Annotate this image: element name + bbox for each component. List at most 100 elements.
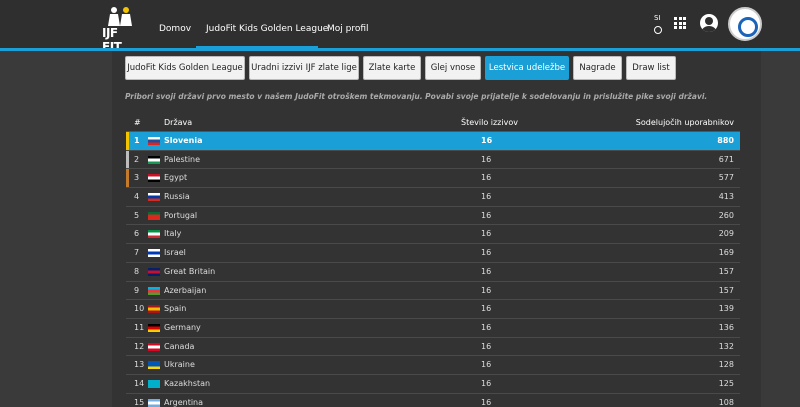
country-name: Great Britain — [164, 266, 216, 276]
rank-number: 8 — [134, 266, 140, 276]
language-selector[interactable]: SI — [654, 14, 661, 22]
rank-number: 10 — [134, 304, 145, 314]
tab-golden-cards[interactable]: Zlate karte — [363, 56, 421, 80]
table-row[interactable]: 4 Russia 16 413 — [126, 188, 740, 207]
table-row[interactable]: 9 Azerbaijan 16 157 — [126, 282, 740, 301]
challenge-count: 16 — [481, 378, 492, 388]
ranking-table: # Država Število izzivov Sodelujočih upo… — [126, 114, 740, 407]
country-name: Slovenia — [164, 136, 203, 145]
country-name: Canada — [164, 341, 195, 351]
globe-icon[interactable] — [654, 26, 662, 34]
country-name: Spain — [164, 304, 187, 314]
challenge-count: 16 — [481, 285, 492, 295]
rank-number: 2 — [134, 154, 140, 164]
country-flag-icon — [148, 342, 160, 351]
user-count: 577 — [718, 173, 734, 183]
user-count: 128 — [718, 360, 734, 370]
table-row[interactable]: 1 Slovenia 16 880 — [126, 132, 740, 151]
apps-grid-icon[interactable] — [674, 17, 686, 29]
challenge-count: 16 — [481, 136, 493, 145]
podium-marker — [126, 150, 129, 169]
rank-number: 6 — [134, 229, 140, 239]
nav-my-profile[interactable]: Moj profil — [327, 24, 369, 34]
country-flag-icon — [148, 174, 160, 183]
ijf-emblem-logo[interactable] — [728, 7, 762, 41]
table-row[interactable]: 11 Germany 16 136 — [126, 319, 740, 338]
challenge-count: 16 — [481, 266, 492, 276]
country-flag-icon — [148, 155, 160, 164]
user-count: 136 — [718, 322, 734, 332]
country-name: Kazakhstan — [164, 378, 211, 388]
judoka-figures-icon — [108, 7, 132, 26]
country-flag-icon — [148, 211, 160, 220]
header-users[interactable]: Sodelujočih uporabnikov — [636, 114, 734, 132]
challenge-count: 16 — [481, 322, 492, 332]
intro-text: Pribori svoji državi prvo mesto v našem … — [125, 92, 708, 101]
top-navbar: IJF FIT Domov JudoFit Kids Golden League… — [0, 0, 800, 54]
challenge-count: 16 — [481, 173, 492, 183]
tab-draw-list[interactable]: Draw list — [626, 56, 676, 80]
challenge-count: 16 — [481, 229, 492, 239]
tab-participation-ranking[interactable]: Lestvica udeležbe — [485, 56, 569, 80]
table-row[interactable]: 12 Canada 16 132 — [126, 338, 740, 357]
rank-number: 9 — [134, 285, 140, 295]
challenge-count: 16 — [481, 192, 492, 202]
country-name: Russia — [164, 192, 190, 202]
tab-golden-league[interactable]: JudoFit Kids Golden League — [125, 56, 245, 80]
rank-number: 1 — [134, 136, 140, 145]
country-name: Ukraine — [164, 360, 195, 370]
country-flag-icon — [148, 379, 160, 388]
header-challenges[interactable]: Število izzivov — [461, 114, 518, 132]
table-row[interactable]: 13 Ukraine 16 128 — [126, 356, 740, 375]
country-flag-icon — [148, 361, 160, 370]
user-count: 413 — [718, 192, 734, 202]
user-account-icon[interactable] — [700, 14, 718, 32]
user-count: 132 — [718, 341, 734, 351]
tab-view-entries[interactable]: Glej vnose — [425, 56, 481, 80]
tab-official-challenges[interactable]: Uradni izzivi IJF zlate lige — [249, 56, 359, 80]
rank-number: 5 — [134, 210, 140, 220]
country-flag-icon — [148, 305, 160, 314]
table-row[interactable]: 3 Egypt 16 577 — [126, 169, 740, 189]
rank-number: 3 — [134, 173, 140, 183]
user-count: 157 — [718, 285, 734, 295]
rank-number: 7 — [134, 248, 140, 258]
table-row[interactable]: 5 Portugal 16 260 — [126, 207, 740, 226]
country-name: Palestine — [164, 154, 201, 164]
user-count: 260 — [718, 210, 734, 220]
rank-number: 12 — [134, 341, 145, 351]
table-row[interactable]: 14 Kazakhstan 16 125 — [126, 375, 740, 394]
table-row[interactable]: 15 Argentina 16 108 — [126, 394, 740, 407]
country-name: Azerbaijan — [164, 285, 207, 295]
challenge-count: 16 — [481, 304, 492, 314]
judofit-logo[interactable]: IJF FIT — [100, 6, 140, 54]
rank-number: 13 — [134, 360, 145, 370]
nav-golden-league[interactable]: JudoFit Kids Golden League — [206, 24, 328, 34]
table-row[interactable]: 10 Spain 16 139 — [126, 300, 740, 319]
table-row[interactable]: 7 Israel 16 169 — [126, 244, 740, 263]
table-row[interactable]: 2 Palestine 16 671 — [126, 150, 740, 170]
country-flag-icon — [148, 398, 160, 407]
table-row[interactable]: 6 Italy 16 209 — [126, 225, 740, 245]
country-flag-icon — [148, 137, 160, 145]
country-flag-icon — [148, 193, 160, 202]
country-name: Israel — [164, 248, 186, 258]
header-country[interactable]: Država — [164, 114, 192, 132]
country-flag-icon — [148, 249, 160, 258]
table-header: # Država Število izzivov Sodelujočih upo… — [126, 114, 740, 132]
header-rank: # — [134, 118, 141, 127]
nav-home[interactable]: Domov — [159, 24, 191, 34]
challenge-count: 16 — [481, 360, 492, 370]
country-name: Egypt — [164, 173, 188, 183]
tab-prizes[interactable]: Nagrade — [573, 56, 622, 80]
podium-marker — [126, 132, 129, 150]
user-count: 108 — [718, 397, 734, 407]
challenge-count: 16 — [481, 154, 492, 164]
user-count: 209 — [718, 229, 734, 239]
table-row[interactable]: 8 Great Britain 16 157 — [126, 263, 740, 282]
user-count: 169 — [718, 248, 734, 258]
challenge-count: 16 — [481, 397, 492, 407]
user-count: 671 — [718, 154, 734, 164]
podium-marker — [126, 169, 129, 188]
challenge-count: 16 — [481, 341, 492, 351]
